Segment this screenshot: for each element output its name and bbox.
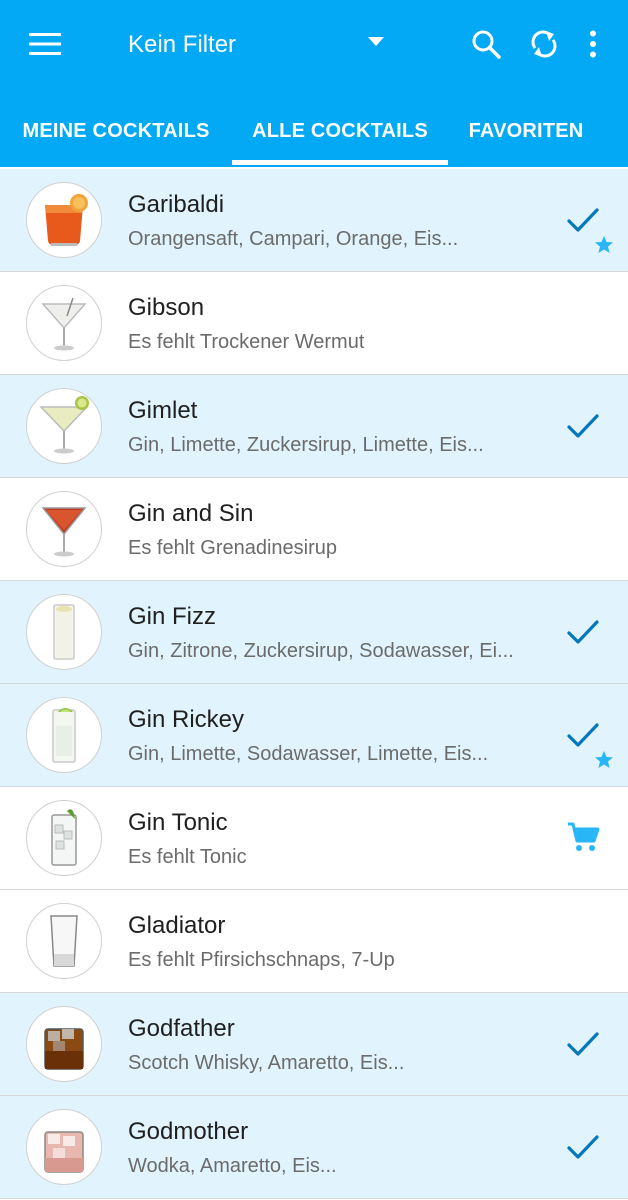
cocktail-ingredients: Es fehlt Trockener Wermut bbox=[128, 331, 365, 353]
cocktail-name: Gin Fizz bbox=[128, 603, 217, 630]
gin-rickey-glass-image bbox=[26, 697, 102, 773]
garibaldi-glass-image bbox=[26, 182, 102, 258]
cocktail-row-garibaldi[interactable]: Garibaldi Orangensaft, Campari, Orange, … bbox=[0, 169, 628, 272]
check-icon bbox=[566, 720, 600, 750]
cocktail-name: Godmother bbox=[128, 1118, 249, 1145]
tab-meine-cocktails[interactable]: MEINE COCKTAILS bbox=[0, 95, 232, 167]
cocktail-ingredients: Es fehlt Pfirsichschnaps, 7-Up bbox=[128, 949, 395, 971]
tab-favoriten[interactable]: FAVORITEN bbox=[448, 95, 604, 167]
tab-indicator bbox=[232, 160, 448, 165]
godfather-glass-image bbox=[26, 1006, 102, 1082]
cocktail-row-godmother[interactable]: Godmother Wodka, Amaretto, Eis... bbox=[0, 1096, 628, 1199]
toolbar: Kein Filter bbox=[0, 0, 628, 92]
search-icon[interactable] bbox=[466, 24, 506, 64]
cocktail-row-gin-fizz[interactable]: Gin Fizz Gin, Zitrone, Zuckersirup, Soda… bbox=[0, 581, 628, 684]
check-icon bbox=[566, 617, 600, 647]
more-vert-icon[interactable] bbox=[573, 24, 613, 64]
godmother-glass-image bbox=[26, 1109, 102, 1185]
hamburger-menu-icon[interactable] bbox=[25, 24, 65, 64]
check-icon bbox=[566, 1132, 600, 1162]
cocktail-name: Gin Tonic bbox=[128, 809, 228, 836]
cocktail-ingredients: Wodka, Amaretto, Eis... bbox=[128, 1155, 337, 1177]
cocktail-name: Gladiator bbox=[128, 912, 226, 939]
cocktail-row-gin-and-sin[interactable]: Gin and Sin Es fehlt Grenadinesirup bbox=[0, 478, 628, 581]
tab-bar: MEINE COCKTAILS ALLE COCKTAILS FAVORITEN bbox=[0, 95, 628, 167]
dropdown-arrow-icon bbox=[368, 34, 384, 52]
cocktail-ingredients: Orangensaft, Campari, Orange, Eis... bbox=[128, 228, 459, 250]
cocktail-row-godfather[interactable]: Godfather Scotch Whisky, Amaretto, Eis..… bbox=[0, 993, 628, 1096]
gibson-glass-image bbox=[26, 285, 102, 361]
gin-tonic-glass-image bbox=[26, 800, 102, 876]
cocktail-ingredients: Scotch Whisky, Amaretto, Eis... bbox=[128, 1052, 405, 1074]
gin-fizz-glass-image bbox=[26, 594, 102, 670]
cocktail-ingredients: Gin, Limette, Sodawasser, Limette, Eis..… bbox=[128, 743, 489, 765]
favorite-star-icon bbox=[594, 235, 614, 255]
cocktail-list: Garibaldi Orangensaft, Campari, Orange, … bbox=[0, 169, 628, 1199]
tab-alle-cocktails[interactable]: ALLE COCKTAILS bbox=[232, 95, 448, 167]
app-bar: Kein Filter MEINE COCKTAILS ALLE COCKTAI… bbox=[0, 0, 628, 167]
filter-label: Kein Filter bbox=[128, 31, 237, 58]
check-icon bbox=[566, 205, 600, 235]
favorite-star-icon bbox=[594, 750, 614, 770]
cocktail-row-gimlet[interactable]: Gimlet Gin, Limette, Zuckersirup, Limett… bbox=[0, 375, 628, 478]
filter-dropdown[interactable]: Kein Filter bbox=[128, 22, 398, 68]
check-icon bbox=[566, 1029, 600, 1059]
cocktail-name: Gin and Sin bbox=[128, 500, 254, 527]
cocktail-ingredients: Es fehlt Grenadinesirup bbox=[128, 537, 338, 559]
gimlet-glass-image bbox=[26, 388, 102, 464]
cocktail-name: Garibaldi bbox=[128, 191, 225, 218]
cart-icon[interactable] bbox=[566, 821, 600, 851]
cocktail-name: Gin Rickey bbox=[128, 706, 245, 733]
sync-icon[interactable] bbox=[524, 24, 564, 64]
cocktail-row-gin-tonic[interactable]: Gin Tonic Es fehlt Tonic bbox=[0, 787, 628, 890]
cocktail-name: Godfather bbox=[128, 1015, 235, 1042]
cocktail-row-gibson[interactable]: Gibson Es fehlt Trockener Wermut bbox=[0, 272, 628, 375]
cocktail-ingredients: Es fehlt Tonic bbox=[128, 846, 247, 868]
cocktail-row-gladiator[interactable]: Gladiator Es fehlt Pfirsichschnaps, 7-Up bbox=[0, 890, 628, 993]
gladiator-glass-image bbox=[26, 903, 102, 979]
cocktail-ingredients: Gin, Limette, Zuckersirup, Limette, Eis.… bbox=[128, 434, 484, 456]
check-icon bbox=[566, 411, 600, 441]
gin-and-sin-glass-image bbox=[26, 491, 102, 567]
cocktail-name: Gibson bbox=[128, 294, 205, 321]
cocktail-row-gin-rickey[interactable]: Gin Rickey Gin, Limette, Sodawasser, Lim… bbox=[0, 684, 628, 787]
cocktail-ingredients: Gin, Zitrone, Zuckersirup, Sodawasser, E… bbox=[128, 640, 514, 662]
cocktail-name: Gimlet bbox=[128, 397, 198, 424]
